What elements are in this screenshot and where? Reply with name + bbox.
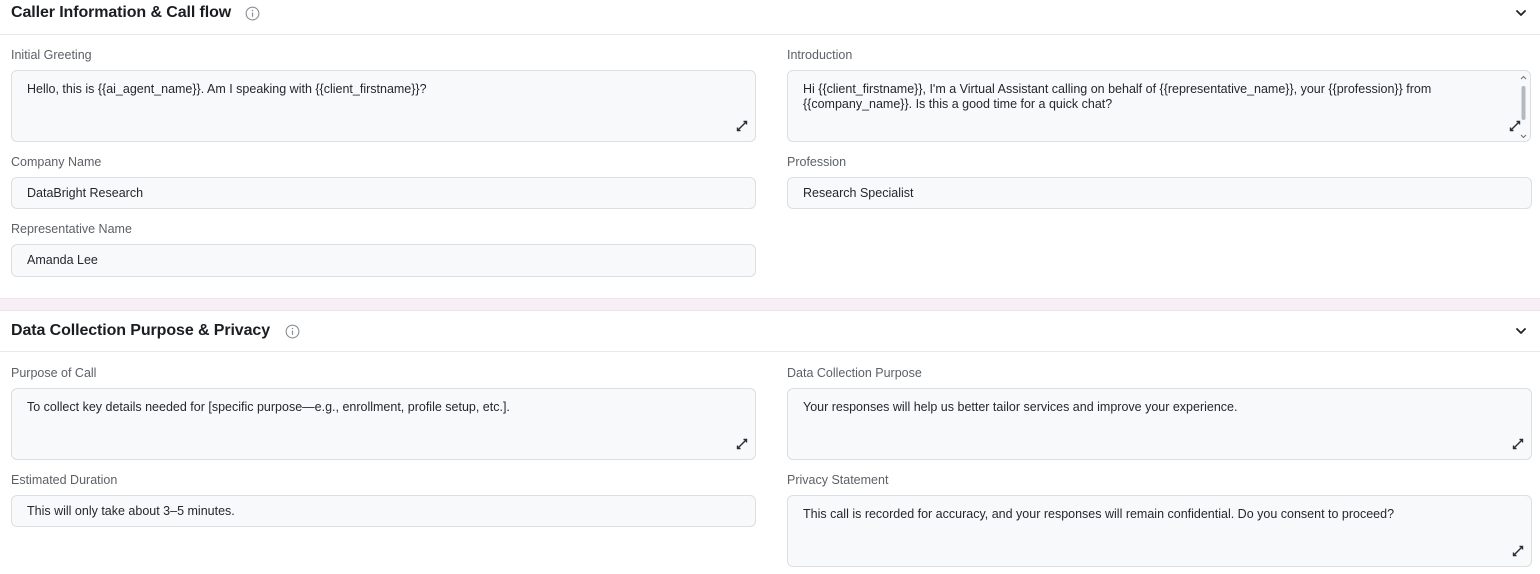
estimated-duration-value: This will only take about 3–5 minutes. bbox=[27, 504, 235, 518]
representative-name-value: Amanda Lee bbox=[27, 253, 98, 267]
data-collection-purpose-value: Your responses will help us better tailo… bbox=[803, 400, 1238, 414]
purpose-of-call-value: To collect key details needed for [speci… bbox=[27, 400, 510, 414]
section-title: Data Collection Purpose & Privacy bbox=[11, 322, 271, 339]
data-collection-section: Data Collection Purpose & Privacy Purpos… bbox=[0, 312, 1540, 574]
data-collection-purpose-textarea[interactable]: Your responses will help us better tailo… bbox=[787, 388, 1532, 460]
expand-arrows-icon[interactable] bbox=[1511, 544, 1525, 558]
initial-greeting-label: Initial Greeting bbox=[11, 48, 92, 62]
section-title: Caller Information & Call flow bbox=[11, 4, 232, 21]
company-name-input[interactable]: DataBright Research bbox=[11, 177, 756, 209]
chevron-down-icon[interactable] bbox=[1514, 6, 1528, 20]
privacy-statement-label: Privacy Statement bbox=[787, 473, 889, 487]
caller-information-section: Caller Information & Call flow Initial G… bbox=[0, 0, 1540, 298]
introduction-value: Hi {{client_firstname}}, I'm a Virtual A… bbox=[803, 82, 1432, 111]
purpose-of-call-textarea[interactable]: To collect key details needed for [speci… bbox=[11, 388, 756, 460]
initial-greeting-value: Hello, this is {{ai_agent_name}}. Am I s… bbox=[27, 82, 427, 96]
estimated-duration-input[interactable]: This will only take about 3–5 minutes. bbox=[11, 495, 756, 527]
company-name-value: DataBright Research bbox=[27, 186, 144, 200]
estimated-duration-label: Estimated Duration bbox=[11, 473, 118, 487]
section-divider bbox=[0, 298, 1540, 311]
expand-arrows-icon[interactable] bbox=[735, 437, 749, 451]
expand-arrows-icon[interactable] bbox=[735, 119, 749, 133]
expand-arrows-icon[interactable] bbox=[1508, 119, 1522, 133]
introduction-label: Introduction bbox=[787, 48, 853, 62]
info-circle-icon[interactable] bbox=[245, 6, 260, 21]
data-collection-purpose-label: Data Collection Purpose bbox=[787, 366, 922, 380]
privacy-statement-textarea[interactable]: This call is recorded for accuracy, and … bbox=[787, 495, 1532, 567]
section-header[interactable]: Data Collection Purpose & Privacy bbox=[0, 312, 1540, 352]
profession-input[interactable]: Research Specialist bbox=[787, 177, 1532, 209]
introduction-textarea[interactable]: Hi {{client_firstname}}, I'm a Virtual A… bbox=[787, 70, 1531, 142]
representative-name-input[interactable]: Amanda Lee bbox=[11, 244, 756, 277]
company-name-label: Company Name bbox=[11, 155, 102, 169]
section-header[interactable]: Caller Information & Call flow bbox=[0, 0, 1540, 35]
initial-greeting-textarea[interactable]: Hello, this is {{ai_agent_name}}. Am I s… bbox=[11, 70, 756, 142]
expand-arrows-icon[interactable] bbox=[1511, 437, 1525, 451]
chevron-down-icon[interactable] bbox=[1514, 324, 1528, 338]
profession-label: Profession bbox=[787, 155, 847, 169]
privacy-statement-value: This call is recorded for accuracy, and … bbox=[803, 507, 1395, 521]
purpose-of-call-label: Purpose of Call bbox=[11, 366, 97, 380]
profession-value: Research Specialist bbox=[803, 186, 914, 200]
representative-name-label: Representative Name bbox=[11, 222, 132, 236]
info-circle-icon[interactable] bbox=[285, 324, 300, 339]
